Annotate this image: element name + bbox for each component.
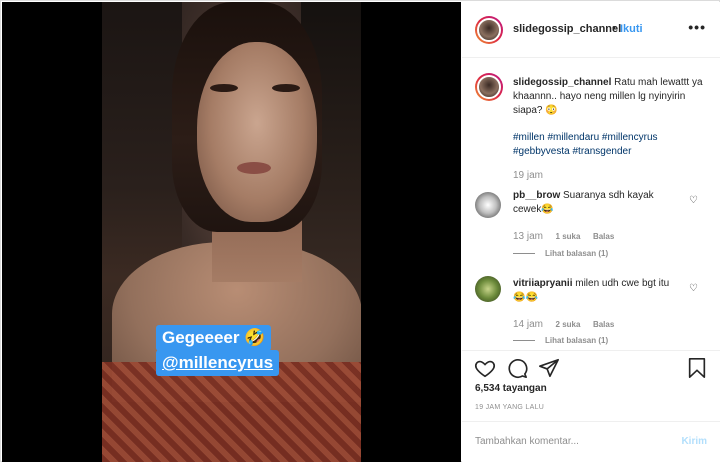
view-replies-button[interactable]: Lihat balasan (1) [513,336,608,345]
post-header: slidegossip_channel • Ikuti ••• [462,2,720,58]
media-pane: Gegeeeer 🤣 @millencyrus [2,2,461,462]
video-player[interactable]: Gegeeeer 🤣 @millencyrus [102,2,361,462]
header-username[interactable]: slidegossip_channel [513,23,621,35]
view-replies-label: Lihat balasan (1) [545,249,609,258]
comment-like-icon[interactable]: ♡ [689,195,698,206]
caption-avatar[interactable] [475,73,503,101]
reply-button[interactable]: Balas [593,320,614,329]
view-replies-button[interactable]: Lihat balasan (1) [513,249,608,258]
caption-hashtags[interactable]: #millen #millendaru #millencyrus #gebbyv… [513,131,693,159]
comment: pb__brow Suaranya sdh kayak cewek😂 [513,189,683,217]
video-figure [210,84,238,92]
post-timestamp[interactable]: 19 JAM YANG LALU [475,404,544,411]
view-replies-label: Lihat balasan (1) [545,336,609,345]
reply-button[interactable]: Balas [593,232,614,241]
header-separator: • [612,22,616,34]
story-sticker-mention: @millencyrus [156,350,280,376]
comment-meta: 14 jam 2 suka Balas [513,319,624,330]
divider [513,340,535,342]
bookmark-icon[interactable] [686,357,708,379]
caption: slidegossip_channel Ratu mah lewattt ya … [513,76,703,118]
comment: vitriiapryanii milen udh cwe bgt itu 😂😂 [513,277,683,305]
post-info-panel: slidegossip_channel • Ikuti ••• slidegos… [462,2,720,462]
comments-section[interactable]: slidegossip_channel Ratu mah lewattt ya … [462,59,720,349]
caption-username[interactable]: slidegossip_channel [513,77,611,88]
caption-time: 19 jam [513,170,544,181]
mention-text: @millencyrus [162,353,274,372]
add-comment-bar: Tambahkan komentar... Kirim [462,421,720,462]
story-sticker-text: Gegeeeer 🤣 [156,325,272,351]
view-count[interactable]: 6,534 tayangan [475,383,547,394]
divider [513,253,535,255]
post-dialog: Gegeeeer 🤣 @millencyrus slidegossip_chan… [0,0,720,462]
comment-input[interactable]: Tambahkan komentar... [475,436,579,447]
heart-icon[interactable] [474,357,496,379]
video-figure [197,42,317,222]
follow-button[interactable]: Ikuti [620,23,643,35]
share-icon[interactable] [538,357,560,379]
video-figure [237,162,271,174]
comment-like-icon[interactable]: ♡ [689,283,698,294]
comment-username[interactable]: vitriiapryanii [513,278,572,289]
comment-meta: 13 jam 1 suka Balas [513,231,624,242]
comment-time[interactable]: 14 jam [513,319,543,330]
profile-avatar[interactable] [475,16,503,44]
comment-icon[interactable] [506,357,528,379]
comment-time[interactable]: 13 jam [513,231,543,242]
comment-username[interactable]: pb__brow [513,190,560,201]
comment-avatar[interactable] [475,192,501,218]
comment-likes[interactable]: 1 suka [556,232,581,241]
more-options-icon[interactable]: ••• [688,19,706,35]
comment-avatar[interactable] [475,276,501,302]
post-comment-button[interactable]: Kirim [681,436,707,447]
video-figure [102,362,361,462]
video-figure [272,84,300,92]
comment-likes[interactable]: 2 suka [556,320,581,329]
